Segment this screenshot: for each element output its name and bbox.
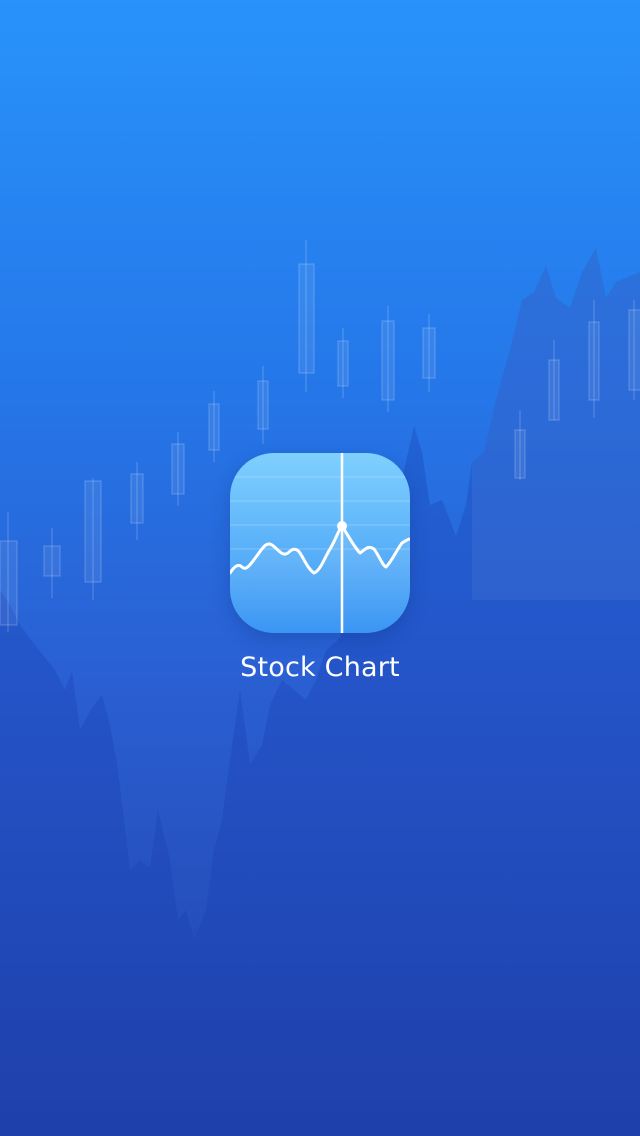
chart-icon bbox=[230, 453, 410, 633]
app-name-label: Stock Chart bbox=[240, 652, 400, 683]
background-area-light bbox=[472, 248, 640, 600]
stock-chart-app-icon[interactable] bbox=[230, 453, 410, 633]
splash-screen: Stock Chart bbox=[0, 0, 640, 1136]
